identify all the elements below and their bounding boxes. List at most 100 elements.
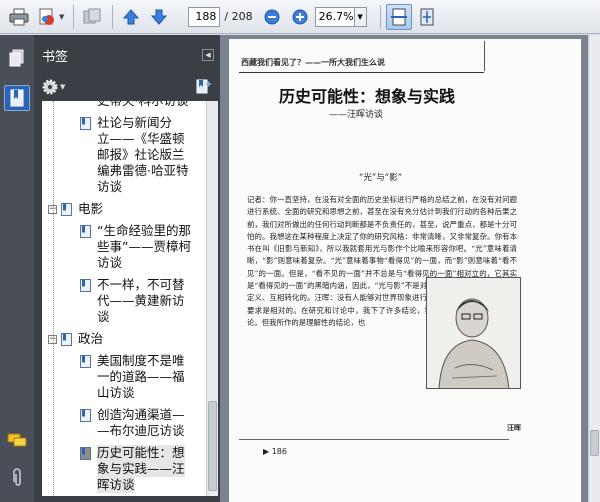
bookmark-label: —布尔迪厄访谈 (97, 423, 185, 438)
arrow-down-icon (151, 9, 168, 25)
arrow-up-icon (123, 8, 140, 24)
bookmark-label: 访谈 (97, 255, 123, 270)
section-heading: “光”与“影” (359, 173, 403, 183)
bookmark-page-icon (61, 333, 72, 346)
print-button[interactable] (6, 4, 32, 30)
bookmark-label: 邮报》社论版兰 (97, 147, 185, 162)
zoom-dropdown[interactable]: ▼ (354, 6, 367, 27)
create-dropdown-icon[interactable]: ▼ (59, 13, 64, 21)
document-scroll-thumb[interactable] (590, 430, 599, 456)
bookmark-item[interactable]: 不一样，不可替 (80, 277, 185, 293)
bookmark-page-icon (80, 447, 91, 460)
create-pdf-icon (39, 8, 54, 25)
bookmark-label: 代——黄建新访 (97, 293, 185, 308)
collaborate-icon (83, 8, 101, 23)
bookmark-item[interactable]: 史蒂夫·科尔访谈 (80, 101, 188, 109)
zoom-in-button[interactable] (287, 4, 313, 30)
page-total: / 208 (224, 10, 253, 23)
bookmark-item[interactable]: 编弗雷德·哈亚特 (80, 163, 188, 179)
zoom-input[interactable]: 26.7% (314, 6, 355, 27)
fit-page-icon (420, 8, 434, 25)
plus-circle-icon (292, 9, 308, 24)
document-view[interactable]: 西藏我们看见了？——一所大我们生么说 历史可能性：想象与实践 ——汪晖访谈 “光… (220, 35, 588, 502)
bookmarks-panel-button[interactable] (4, 85, 30, 111)
bookmark-label: 一的道路——福 (97, 369, 185, 384)
bookmark-item[interactable]: 些事”——贾樟柯 (80, 239, 191, 255)
article-title: 历史可能性：想象与实践 (279, 87, 456, 106)
bookmark-label: 山访谈 (97, 385, 135, 400)
toolbar: ▼ 188 / 208 26.7% ▼ (0, 0, 600, 34)
bookmark-page-icon (61, 203, 72, 216)
pages-panel-button[interactable] (4, 45, 30, 71)
bookmark-item[interactable]: 创造沟通渠道— (80, 407, 185, 423)
bookmark-label: “生命经验里的那 (97, 223, 191, 238)
bookmark-label: 历史可能性：想 (97, 445, 185, 461)
previous-page-button[interactable] (118, 4, 144, 30)
navigation-rail (0, 35, 34, 502)
bookmark-item[interactable]: 访谈 (80, 255, 122, 271)
options-menu-button[interactable]: ▼ (42, 79, 65, 95)
paperclip-icon (13, 468, 21, 486)
bookmark-label: 些事”——贾樟柯 (97, 239, 191, 254)
new-bookmark-button[interactable] (196, 78, 212, 97)
fit-width-icon (390, 8, 407, 25)
collaborate-button[interactable] (79, 4, 105, 30)
panel-title: 书签 (42, 49, 69, 65)
bookmark-page-icon (80, 409, 91, 422)
comments-panel-button[interactable] (4, 428, 30, 454)
bookmark-item[interactable]: 美国制度不是唯 (80, 353, 185, 369)
photo-caption: 汪晖 (507, 424, 521, 432)
panel-options-button[interactable]: ◀ (202, 49, 214, 61)
bookmark-item[interactable]: 电影 (61, 201, 103, 217)
triangle-left-icon: ◀ (205, 51, 211, 59)
fit-page-button[interactable] (414, 4, 440, 30)
printer-icon (9, 8, 29, 25)
chevron-down-icon: ▼ (357, 12, 363, 21)
bookmark-label: 访谈 (97, 179, 123, 194)
bookmark-item[interactable]: 社论与新闻分 (80, 115, 172, 131)
bookmark-label: 创造沟通渠道— (97, 407, 185, 422)
bookmark-label: 晖访谈 (97, 477, 135, 493)
bookmark-label: 编弗雷德·哈亚特 (97, 163, 189, 178)
bookmark-item[interactable]: 晖访谈 (80, 477, 135, 493)
bookmarks-panel: 书签 ◀ ▼ 史蒂夫·科尔访谈社论与新闻分立——《华盛顿邮报》社论版兰编弗雷德·… (34, 35, 220, 502)
portrait-image (427, 278, 520, 388)
bookmark-item[interactable]: 代——黄建新访 (80, 293, 185, 309)
article-subtitle: ——汪晖访谈 (329, 110, 384, 120)
next-page-button[interactable] (146, 4, 172, 30)
new-bookmark-icon (196, 79, 211, 93)
fit-width-button[interactable] (385, 3, 412, 30)
bookmark-item[interactable]: 谈 (80, 309, 110, 325)
bookmark-scrollbar[interactable] (206, 101, 218, 496)
bookmark-page-icon (80, 355, 91, 368)
bookmark-item[interactable]: 邮报》社论版兰 (80, 147, 185, 163)
page-number-input[interactable]: 188 (188, 6, 221, 27)
bookmark-item[interactable]: 象与实践——汪 (80, 461, 185, 477)
bookmark-label: 社论与新闻分 (97, 115, 173, 130)
bookmark-item[interactable]: 访谈 (80, 179, 122, 195)
bookmark-item[interactable]: 政治 (61, 331, 103, 347)
printed-page-number: ▶ 186 (263, 447, 287, 456)
bookmark-item[interactable]: —布尔迪厄访谈 (80, 423, 185, 439)
bookmark-label: 电影 (78, 201, 104, 216)
zoom-out-button[interactable] (259, 4, 285, 30)
bookmark-page-icon (80, 117, 91, 130)
pdf-page: 西藏我们看见了？——一所大我们生么说 历史可能性：想象与实践 ——汪晖访谈 “光… (229, 39, 581, 502)
bookmark-label: 谈 (97, 309, 110, 324)
bookmark-item[interactable]: 历史可能性：想 (80, 445, 185, 461)
create-button[interactable] (34, 4, 60, 30)
bookmark-item[interactable]: 立——《华盛顿 (80, 131, 185, 147)
running-head: 西藏我们看见了？——一所大我们生么说 (241, 58, 385, 67)
bookmark-page-icon (80, 225, 91, 238)
gear-icon (42, 79, 58, 95)
minus-circle-icon (264, 9, 280, 24)
bookmark-label: 象与实践——汪 (97, 461, 185, 477)
bookmark-item[interactable]: 一的道路——福 (80, 369, 185, 385)
scroll-thumb[interactable] (208, 401, 217, 491)
bookmark-item[interactable]: 山访谈 (80, 385, 135, 401)
document-scrollbar[interactable] (588, 35, 600, 502)
bookmark-label: 美国制度不是唯 (97, 353, 185, 368)
bookmark-item[interactable]: “生命经验里的那 (80, 223, 191, 239)
comment-icon (7, 433, 27, 447)
attachments-panel-button[interactable] (4, 465, 30, 491)
